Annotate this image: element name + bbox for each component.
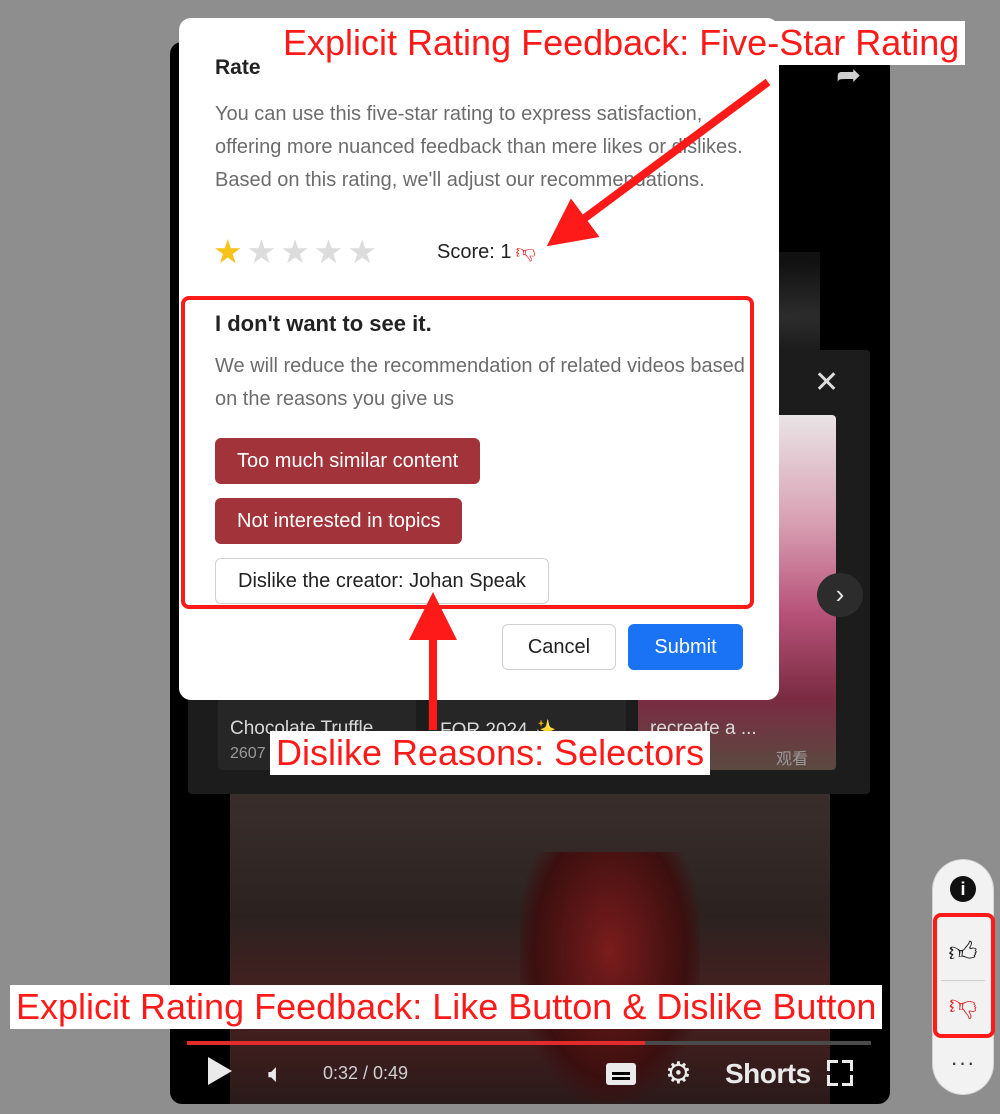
volume-icon[interactable]: 🔈︎ [268,1058,284,1088]
fullscreen-icon[interactable] [827,1060,853,1086]
submit-button[interactable]: Submit [628,624,743,670]
score-label: Score: 1 [437,241,512,263]
suggestion-views: 观看 [776,751,809,768]
suggestion-views: 2607 [230,745,266,762]
annotation-like-dislike: Explicit Rating Feedback: Like Button & … [10,985,883,1029]
next-arrow-button[interactable]: › [817,573,863,617]
info-icon: i [950,876,976,902]
rate-description: You can use this five-star rating to exp… [215,103,743,191]
star-3[interactable]: ★ [280,232,310,272]
progress-bar[interactable] [187,1041,871,1045]
play-icon[interactable] [208,1057,232,1085]
like-dislike-highlight [933,913,995,1038]
captions-icon[interactable] [606,1063,636,1085]
time-readout: 0:32 / 0:49 [323,1063,409,1083]
dislike-reasons-highlight [181,296,754,609]
annotation-five-star: Explicit Rating Feedback: Five-Star Rati… [277,21,966,65]
close-icon[interactable]: ✕ [814,368,839,398]
annotation-dislike-reasons: Dislike Reasons: Selectors [270,731,711,775]
shorts-label[interactable]: Shorts [725,1058,811,1090]
info-button[interactable]: i [933,876,993,902]
cancel-button[interactable]: Cancel [502,624,616,670]
gear-icon[interactable]: ⚙ [665,1057,692,1091]
star-5[interactable]: ★ [347,232,377,272]
rate-title: Rate [215,56,261,79]
progress-fill [187,1041,646,1045]
score-readout: Score: 1 👎︎ [437,240,536,264]
thumbs-down-icon: 👎︎ [515,241,536,263]
star-rating[interactable]: ★ ★ ★ ★ ★ [213,232,381,272]
star-2[interactable]: ★ [247,232,277,272]
star-1[interactable]: ★ [213,232,243,272]
star-4[interactable]: ★ [314,232,344,272]
more-icon[interactable]: ··· [933,1048,993,1078]
